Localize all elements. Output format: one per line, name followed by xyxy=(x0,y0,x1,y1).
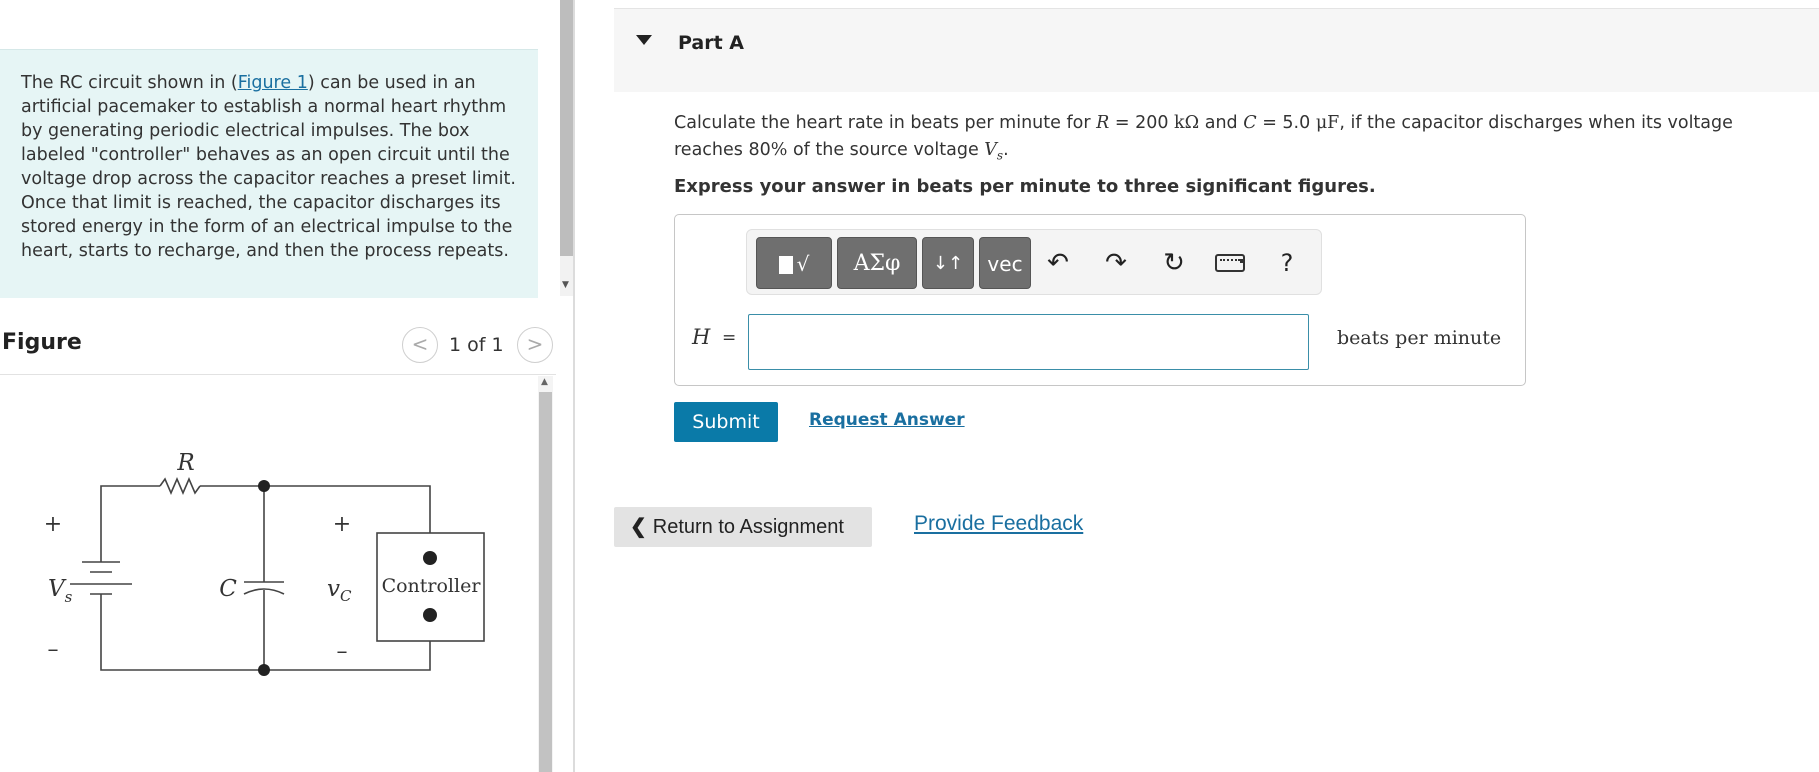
collapse-caret-icon[interactable] xyxy=(636,35,652,45)
battery-symbol xyxy=(70,506,132,628)
problem-intro: The RC circuit shown in (Figure 1) can b… xyxy=(0,49,538,298)
vector-button[interactable]: vec xyxy=(979,237,1031,289)
source-plus-label: + xyxy=(44,512,62,537)
pane-divider[interactable] xyxy=(573,0,575,772)
undo-icon[interactable]: ↶ xyxy=(1041,246,1075,280)
figure-prev-button[interactable]: < xyxy=(402,327,438,363)
answer-instruction: Express your answer in beats per minute … xyxy=(674,176,1376,197)
part-a-header[interactable]: Part A xyxy=(614,8,1819,92)
arrows-button[interactable]: ↓↑ xyxy=(922,237,974,289)
return-to-assignment-button[interactable]: ❮ Return to Assignment xyxy=(614,507,872,547)
left-pane: The RC circuit shown in (Figure 1) can b… xyxy=(0,0,575,772)
capacitor-minus-label: – xyxy=(337,639,348,664)
answer-variable-label: H xyxy=(692,325,711,349)
figure-counter: 1 of 1 xyxy=(449,334,504,356)
source-voltage-label: Vs xyxy=(48,576,73,606)
intro-text-before: The RC circuit shown in ( xyxy=(21,73,238,93)
figure-title: Figure xyxy=(2,330,82,355)
controller-terminal-dot xyxy=(423,551,437,565)
help-icon[interactable]: ? xyxy=(1270,246,1304,280)
controller-terminal-dot xyxy=(423,608,437,622)
symbols-button[interactable]: ΑΣφ xyxy=(837,237,917,289)
controller-label: Controller xyxy=(382,575,482,597)
junction-dot xyxy=(258,664,270,676)
redo-icon[interactable]: ↷ xyxy=(1099,246,1133,280)
scroll-down-arrow-icon[interactable]: ▼ xyxy=(562,281,569,290)
source-minus-label: – xyxy=(48,637,59,662)
return-label: Return to Assignment xyxy=(652,516,844,538)
figure-canvas: Controller R + Vs – C + vC – xyxy=(0,378,538,772)
answer-unit-label: beats per minute xyxy=(1337,327,1502,349)
chevron-left-icon: ❮ xyxy=(630,516,647,538)
answer-equals-sign: = xyxy=(722,328,737,348)
scroll-up-arrow-icon[interactable]: ▲ xyxy=(541,378,548,387)
capacitor-voltage-label: vC xyxy=(327,576,352,605)
capacitor-plus-label: + xyxy=(333,512,351,537)
figure-link[interactable]: Figure 1 xyxy=(238,73,308,93)
answer-input[interactable] xyxy=(748,314,1309,370)
answer-box: √ ΑΣφ ↓↑ vec ↶ ↷ ↻ ? H = beats per minut… xyxy=(674,214,1526,386)
reset-icon[interactable]: ↻ xyxy=(1157,246,1191,280)
request-answer-link[interactable]: Request Answer xyxy=(809,410,965,430)
resistor-label: R xyxy=(176,450,194,476)
figure-scrollbar[interactable]: ▲ xyxy=(538,376,553,772)
figure-scrollbar-thumb[interactable] xyxy=(539,392,552,772)
rc-circuit-diagram: Controller R + Vs – C + vC – xyxy=(44,450,485,676)
part-title: Part A xyxy=(678,32,745,54)
intro-text-after: ) can be used in an artificial pacemaker… xyxy=(21,73,516,261)
capacitor-label: C xyxy=(219,576,237,602)
sqrt-icon: √ xyxy=(796,252,810,276)
template-square-icon xyxy=(778,256,793,274)
provide-feedback-link[interactable]: Provide Feedback xyxy=(914,512,1083,536)
intro-scrollbar-thumb[interactable] xyxy=(560,0,573,256)
intro-scrollbar[interactable]: ▼ xyxy=(560,0,573,296)
templates-button[interactable]: √ xyxy=(756,237,832,289)
submit-button[interactable]: Submit xyxy=(674,402,778,442)
junction-dot xyxy=(258,480,270,492)
figure-header: Figure < 1 of 1 > xyxy=(0,322,556,375)
figure-next-button[interactable]: > xyxy=(517,327,553,363)
question-text: Calculate the heart rate in beats per mi… xyxy=(674,113,1733,163)
math-toolbar: √ ΑΣφ ↓↑ vec ↶ ↷ ↻ ? xyxy=(746,229,1322,295)
keyboard-icon[interactable] xyxy=(1213,246,1247,280)
